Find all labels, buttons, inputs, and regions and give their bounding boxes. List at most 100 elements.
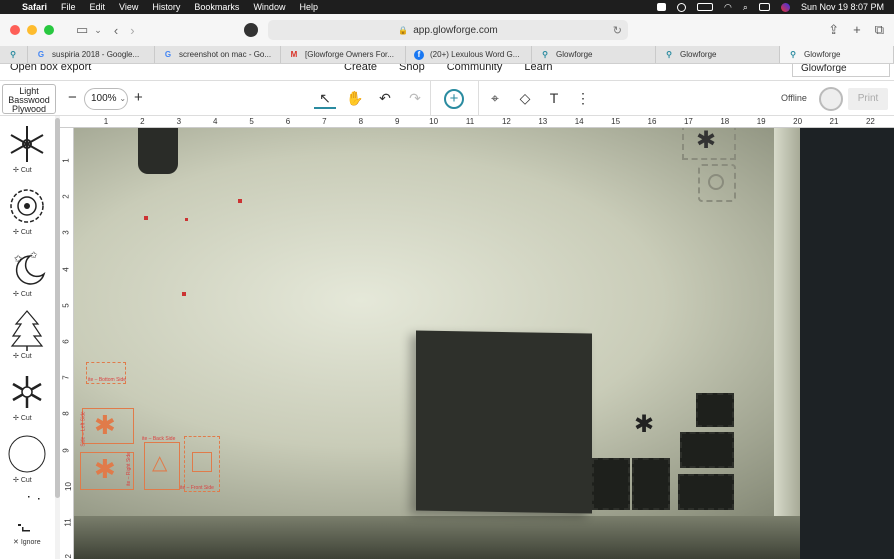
menu-app[interactable]: Safari [22, 2, 47, 12]
design-thumbnail[interactable]: ✢ Cut [3, 118, 51, 176]
tab-0[interactable]: Gsuspiria 2018 - Google... [28, 46, 155, 63]
close-window-button[interactable] [10, 25, 20, 35]
ruler-tick-label: 6 [285, 117, 291, 126]
add-artwork-button[interactable]: + [444, 89, 464, 109]
nav-create[interactable]: Create [344, 64, 377, 73]
cut-piece [680, 432, 734, 468]
text-tool-icon[interactable]: T [543, 87, 565, 109]
print-button[interactable]: Print [848, 88, 888, 110]
design-thumbnail[interactable]: ✢ Cut [3, 366, 51, 424]
moon-icon [192, 452, 212, 472]
zoom-in-button[interactable]: + [134, 89, 143, 106]
url-text: app.glowforge.com [413, 24, 498, 36]
cut-piece [696, 393, 734, 427]
printer-selector[interactable]: Glowforge [792, 64, 890, 77]
siri-icon[interactable] [780, 2, 790, 12]
undo-icon[interactable]: ↶ [374, 87, 396, 109]
screen: Safari File Edit View History Bookmarks … [0, 0, 894, 559]
zoom-out-button[interactable]: − [68, 89, 77, 106]
ruler-tick-label: 12 [501, 117, 511, 126]
ruler-tick-label: 8 [358, 117, 364, 126]
shapes-icon[interactable]: ◇ [514, 87, 536, 109]
design-thumbnail[interactable]: ✢ Cut [3, 304, 51, 362]
minimize-window-button[interactable] [27, 25, 37, 35]
share-icon[interactable]: ⇪ [828, 22, 839, 38]
redo-icon[interactable]: ↷ [404, 87, 426, 109]
design-thumbnail[interactable]: ✢ Cut [3, 428, 51, 486]
menubar-datetime[interactable]: Sun Nov 19 8:07 PM [801, 2, 884, 12]
ruler-tick-label: 6 [61, 339, 71, 344]
tab-bar: ⚲ Gsuspiria 2018 - Google... Gscreenshot… [0, 46, 894, 64]
zoom-level[interactable]: 100% ⌄ [84, 88, 128, 110]
menu-view[interactable]: View [119, 2, 138, 12]
zoom-window-button[interactable] [44, 25, 54, 35]
design-action[interactable]: ✕ Ignore [13, 538, 41, 546]
tab-4[interactable]: ⚲ Glowforge [532, 46, 656, 63]
gmail-favicon-icon: M [290, 50, 298, 59]
bed-bottom-edge [74, 516, 800, 559]
nav-community[interactable]: Community [447, 64, 503, 73]
nav-learn[interactable]: Learn [524, 64, 552, 73]
menu-window[interactable]: Window [253, 2, 285, 12]
control-center-icon[interactable] [758, 3, 770, 11]
privacy-shield-icon[interactable] [244, 23, 258, 37]
play-icon[interactable] [677, 2, 687, 12]
design-action[interactable]: ✢ Cut [13, 352, 32, 360]
ruler-tick-label: 5 [249, 117, 254, 126]
placement-label: ite – Bottom Side [88, 377, 127, 383]
menu-help[interactable]: Help [299, 2, 318, 12]
select-tool-icon[interactable]: ↖ [314, 87, 336, 109]
nav-shop[interactable]: Shop [399, 64, 425, 73]
tab-5[interactable]: ⚲ Glowforge [656, 46, 780, 63]
snowflake-icon: ✱ [94, 410, 116, 440]
menu-bookmarks[interactable]: Bookmarks [194, 2, 239, 12]
ruler-tick-label: 3 [176, 117, 182, 126]
design-thumbnail[interactable]: ✕ Ignore [3, 490, 51, 548]
snowflake-icon [10, 126, 44, 162]
google-favicon-icon: G [164, 50, 172, 59]
menu-file[interactable]: File [61, 2, 76, 12]
red-dot [144, 216, 148, 220]
new-tab-icon[interactable]: + [853, 22, 861, 38]
design-title[interactable]: Open box export [10, 64, 91, 73]
design-action[interactable]: ✢ Cut [13, 414, 32, 422]
tab-1[interactable]: Gscreenshot on mac - Go... [155, 46, 281, 63]
forward-icon[interactable]: › [130, 23, 134, 38]
tab-2[interactable]: M [Glowforge Owners For... [281, 46, 406, 63]
red-dot [238, 199, 242, 203]
chevron-down-icon[interactable]: ⌄ [94, 25, 102, 36]
menu-edit[interactable]: Edit [90, 2, 106, 12]
material-selector[interactable]: Light Basswood Plywood [2, 84, 56, 114]
drive-icon[interactable] [657, 3, 667, 11]
tab-overview-icon[interactable]: ⧉ [875, 22, 884, 38]
placement-label: Side – Left Side [80, 411, 87, 447]
search-icon[interactable]: ⌕ [743, 2, 748, 13]
pinned-tab[interactable]: ⚲ [0, 46, 28, 63]
trace-icon[interactable]: ⌖ [484, 87, 506, 109]
back-icon[interactable]: ‹ [114, 23, 118, 38]
design-action[interactable]: ✢ Cut [13, 228, 32, 236]
reload-icon[interactable]: ↻ [613, 24, 622, 37]
ruler-tick-label: 17 [683, 117, 693, 126]
ruler-tick-label: 4 [61, 266, 71, 272]
snowflake-icon: ✱ [634, 411, 655, 438]
design-thumbnail[interactable]: ✩ ✩ ✢ Cut [3, 242, 51, 300]
ruler-tick-label: 9 [394, 117, 400, 126]
design-thumbnail[interactable]: ✢ Cut [3, 180, 51, 238]
design-action[interactable]: ✢ Cut [13, 290, 32, 298]
more-options-icon[interactable]: ⋮ [572, 87, 594, 109]
wifi-icon[interactable]: ◠ [724, 2, 732, 13]
menu-history[interactable]: History [152, 2, 180, 12]
bed-camera-view[interactable]: ✱ ✱ ite – Bottom Side ✱ Side – Left Side… [74, 128, 894, 559]
design-action[interactable]: ✢ Cut [13, 476, 32, 484]
hand-pan-icon[interactable]: ✋ [344, 87, 366, 109]
box-material [416, 330, 592, 514]
battery-icon[interactable] [697, 3, 714, 11]
address-bar[interactable]: 🔒 app.glowforge.com ↻ [268, 20, 628, 40]
sidebar-toggle-icon[interactable]: ▭ [76, 22, 88, 38]
google-favicon-icon: G [37, 50, 45, 59]
tab-6-active[interactable]: ⚲ Glowforge [780, 46, 894, 63]
design-action[interactable]: ✢ Cut [13, 166, 32, 174]
tab-3[interactable]: f (20+) Lexulous Word G... [406, 46, 532, 63]
placement-label: ite – Right Side [125, 452, 132, 486]
